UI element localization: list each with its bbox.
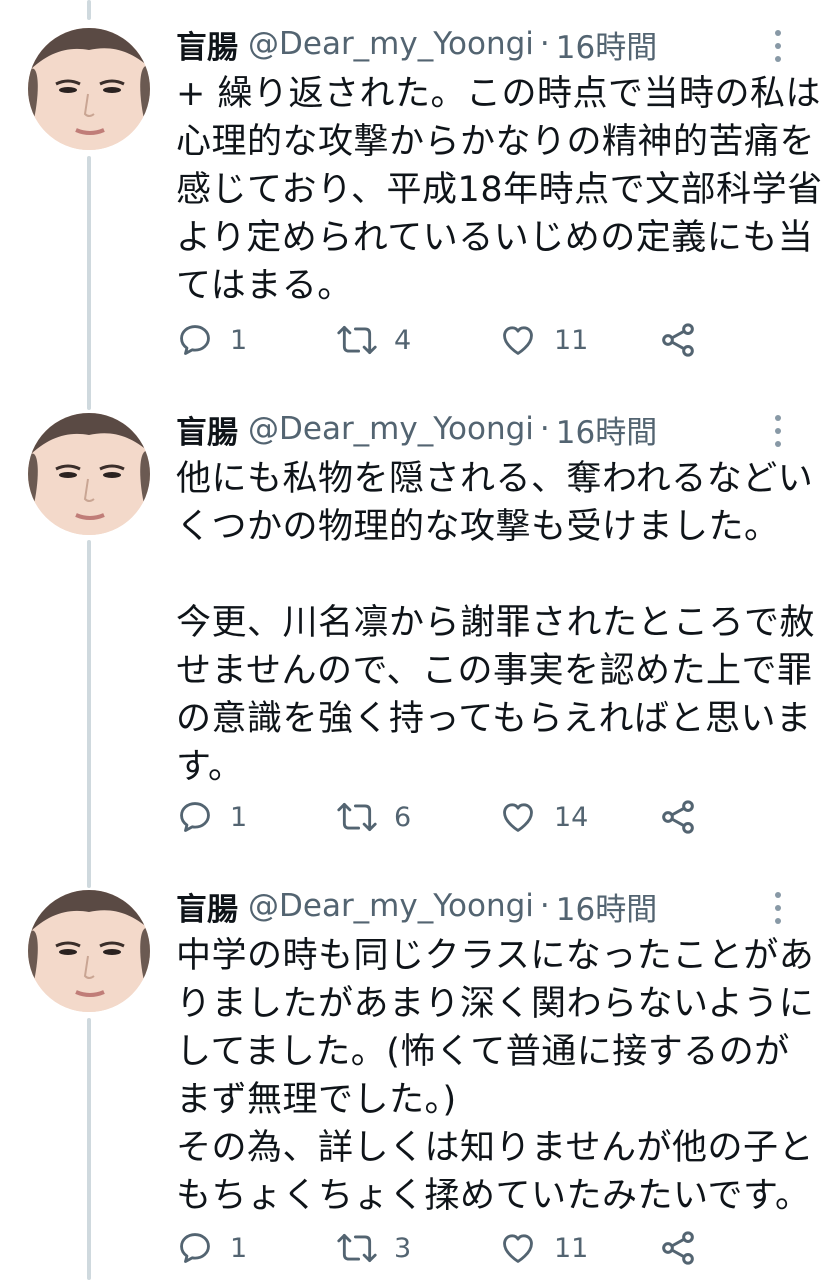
tweet-actions: 1 3 11 <box>176 1228 716 1268</box>
tweet-actions: 1 4 11 <box>176 320 716 360</box>
tweet-text-line: + 繰り返された。この時点で当時の私は <box>176 74 821 114</box>
tweet-text: + 繰り返された。この時点で当時の私は 心理的な攻撃からかなりの精神的苦痛を 感… <box>176 70 821 310</box>
tweet-text-line: 感じており、平成18年時点で文部科学省 <box>176 170 821 210</box>
tweet[interactable]: 盲腸 @Dear_my_Yoongi · 16時間 他にも私物を隠される、奪われ… <box>0 385 821 865</box>
reply-button[interactable]: 1 <box>176 797 247 837</box>
heart-icon <box>503 1234 533 1263</box>
reply-icon <box>180 802 210 832</box>
user-handle[interactable]: @Dear_my_Yoongi <box>248 888 534 924</box>
tweet-text: 中学の時も同じクラスになったことがあ りましたがあまり深く関わらないように して… <box>176 932 815 1220</box>
tweet-text-line: 今更、川名凛から謝罪されたところで赦 <box>176 603 816 643</box>
tweet-text-line: 中学の時も同じクラスになったことがあ <box>176 936 815 976</box>
reply-count: 1 <box>230 1232 248 1264</box>
tweet-text-line: もちょくちょく揉めていたみたいです。 <box>176 1176 811 1216</box>
more-icon[interactable] <box>771 415 785 447</box>
tweet-header: 盲腸 @Dear_my_Yoongi · 16時間 <box>176 884 761 928</box>
tweet-actions: 1 6 14 <box>176 797 716 837</box>
avatar[interactable] <box>28 28 150 150</box>
more-icon[interactable] <box>771 30 785 62</box>
reply-count: 1 <box>230 801 248 833</box>
tweet-text-line: より定められているいじめの定義にも当 <box>176 218 814 258</box>
tweet-text-line: くつかの物理的な攻撃も受けました。 <box>176 507 780 547</box>
share-icon <box>662 800 694 834</box>
tweet-header: 盲腸 @Dear_my_Yoongi · 16時間 <box>176 407 761 451</box>
like-button[interactable]: 11 <box>498 320 588 360</box>
avatar[interactable] <box>28 890 150 1012</box>
display-name[interactable]: 盲腸 <box>176 884 238 929</box>
heart-icon <box>503 803 533 832</box>
share-icon <box>662 323 694 357</box>
separator-dot: · <box>539 411 550 447</box>
retweet-icon <box>337 802 377 832</box>
reply-button[interactable]: 1 <box>176 1228 247 1268</box>
reply-button[interactable]: 1 <box>176 320 247 360</box>
display-name[interactable]: 盲腸 <box>176 22 238 67</box>
retweet-button[interactable]: 4 <box>336 320 411 360</box>
user-handle[interactable]: @Dear_my_Yoongi <box>248 26 534 62</box>
like-count: 11 <box>554 324 589 356</box>
retweet-icon <box>337 325 377 355</box>
tweet-text-line: りましたがあまり深く関わらないように <box>176 984 815 1024</box>
retweet-icon <box>337 1233 377 1263</box>
share-button[interactable] <box>658 797 698 837</box>
tweet[interactable]: 盲腸 @Dear_my_Yoongi · 16時間 中学の時も同じクラスになった… <box>0 862 821 1280</box>
timestamp[interactable]: 16時間 <box>556 884 657 929</box>
separator-dot: · <box>539 888 550 924</box>
tweet-header: 盲腸 @Dear_my_Yoongi · 16時間 <box>176 22 761 66</box>
tweet-text-line: 他にも私物を隠される、奪われるなどい <box>176 459 814 499</box>
separator-dot: · <box>539 26 550 62</box>
tweet-text-line: てはまる。 <box>176 266 353 306</box>
timestamp[interactable]: 16時間 <box>556 22 657 67</box>
tweet-text-line: せませんので、この事実を認めた上で罪 <box>176 651 813 691</box>
share-icon <box>662 1231 694 1265</box>
heart-icon <box>503 326 533 355</box>
tweet-text-line: す。 <box>176 747 244 787</box>
retweet-count: 4 <box>394 324 412 356</box>
share-button[interactable] <box>658 1228 698 1268</box>
retweet-button[interactable]: 6 <box>336 797 411 837</box>
tweet-text-line: その為、詳しくは知りませんが他の子と <box>176 1128 814 1168</box>
avatar[interactable] <box>28 413 150 535</box>
reply-icon <box>180 1233 210 1263</box>
tweet[interactable]: 盲腸 @Dear_my_Yoongi · 16時間 + 繰り返された。この時点で… <box>0 0 821 400</box>
tweet-text: 他にも私物を隠される、奪われるなどい くつかの物理的な攻撃も受けました。 今更、… <box>176 455 816 791</box>
like-button[interactable]: 11 <box>498 1228 588 1268</box>
tweet-text-line: してました。(怖くて普通に接するのが <box>176 1032 790 1072</box>
retweet-count: 3 <box>394 1232 412 1264</box>
tweet-text-line: 心理的な攻撃からかなりの精神的苦痛を <box>176 122 816 162</box>
tweet-text-line: まず無理でした。) <box>176 1080 457 1120</box>
tweet-text-line: の意識を強く持ってもらえればと思いま <box>176 699 812 739</box>
more-icon[interactable] <box>771 892 785 924</box>
like-count: 14 <box>554 801 589 833</box>
display-name[interactable]: 盲腸 <box>176 407 238 452</box>
timestamp[interactable]: 16時間 <box>556 407 657 452</box>
like-button[interactable]: 14 <box>498 797 588 837</box>
retweet-button[interactable]: 3 <box>336 1228 411 1268</box>
user-handle[interactable]: @Dear_my_Yoongi <box>248 411 534 447</box>
like-count: 11 <box>554 1232 589 1264</box>
share-button[interactable] <box>658 320 698 360</box>
reply-icon <box>180 325 210 355</box>
reply-count: 1 <box>230 324 248 356</box>
tweet-text-line <box>176 551 796 599</box>
retweet-count: 6 <box>394 801 412 833</box>
